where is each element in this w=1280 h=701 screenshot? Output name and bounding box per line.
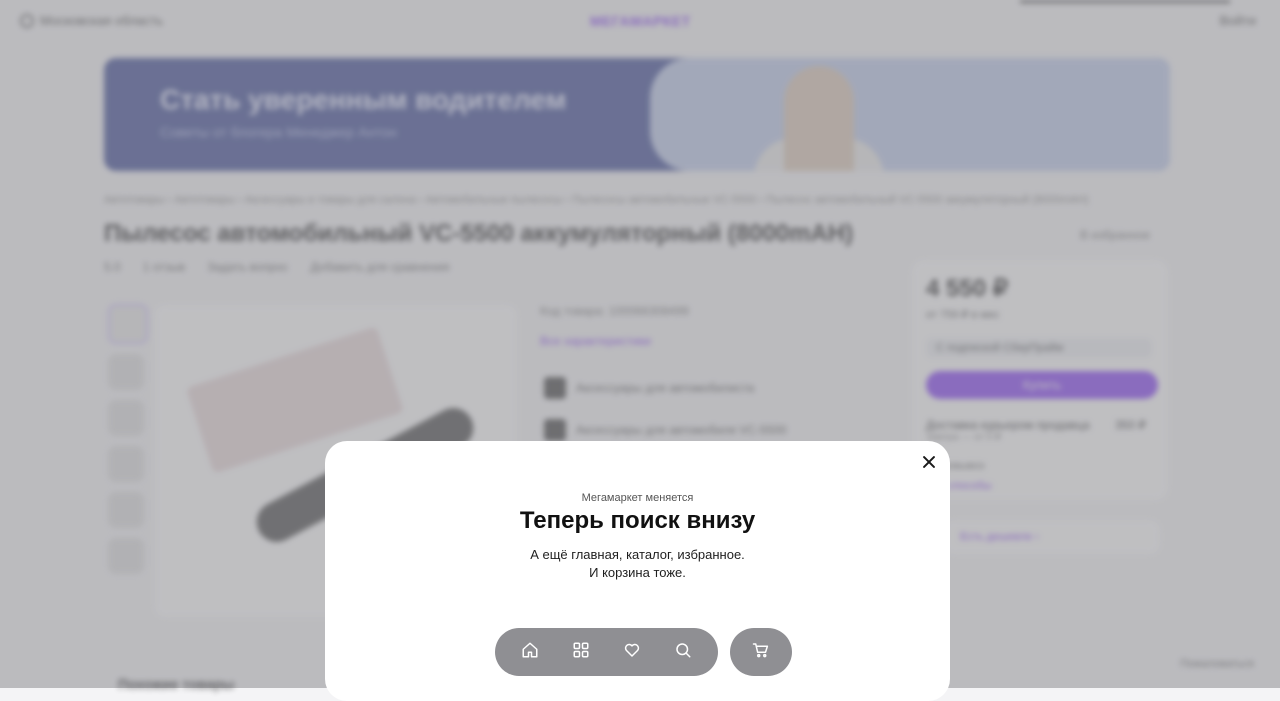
close-icon[interactable] <box>919 453 939 473</box>
heart-icon <box>623 641 641 664</box>
modal-kicker: Мегамаркет меняется <box>581 492 694 504</box>
cart-preview <box>730 628 792 676</box>
modal-text-line: И корзина тоже. <box>589 565 686 580</box>
modal-text: А ещё главная, каталог, избранное. И кор… <box>325 546 950 582</box>
catalog-icon <box>572 641 590 664</box>
search-icon <box>674 641 692 664</box>
home-icon <box>521 641 539 664</box>
bottom-nav-preview <box>495 628 718 676</box>
cart-icon <box>752 641 770 664</box>
modal-title: Теперь поиск внизу <box>519 507 756 534</box>
modal-text-line: А ещё главная, каталог, избранное. <box>530 547 745 562</box>
onboarding-modal: Мегамаркет меняется Теперь поиск внизу А… <box>325 441 950 701</box>
